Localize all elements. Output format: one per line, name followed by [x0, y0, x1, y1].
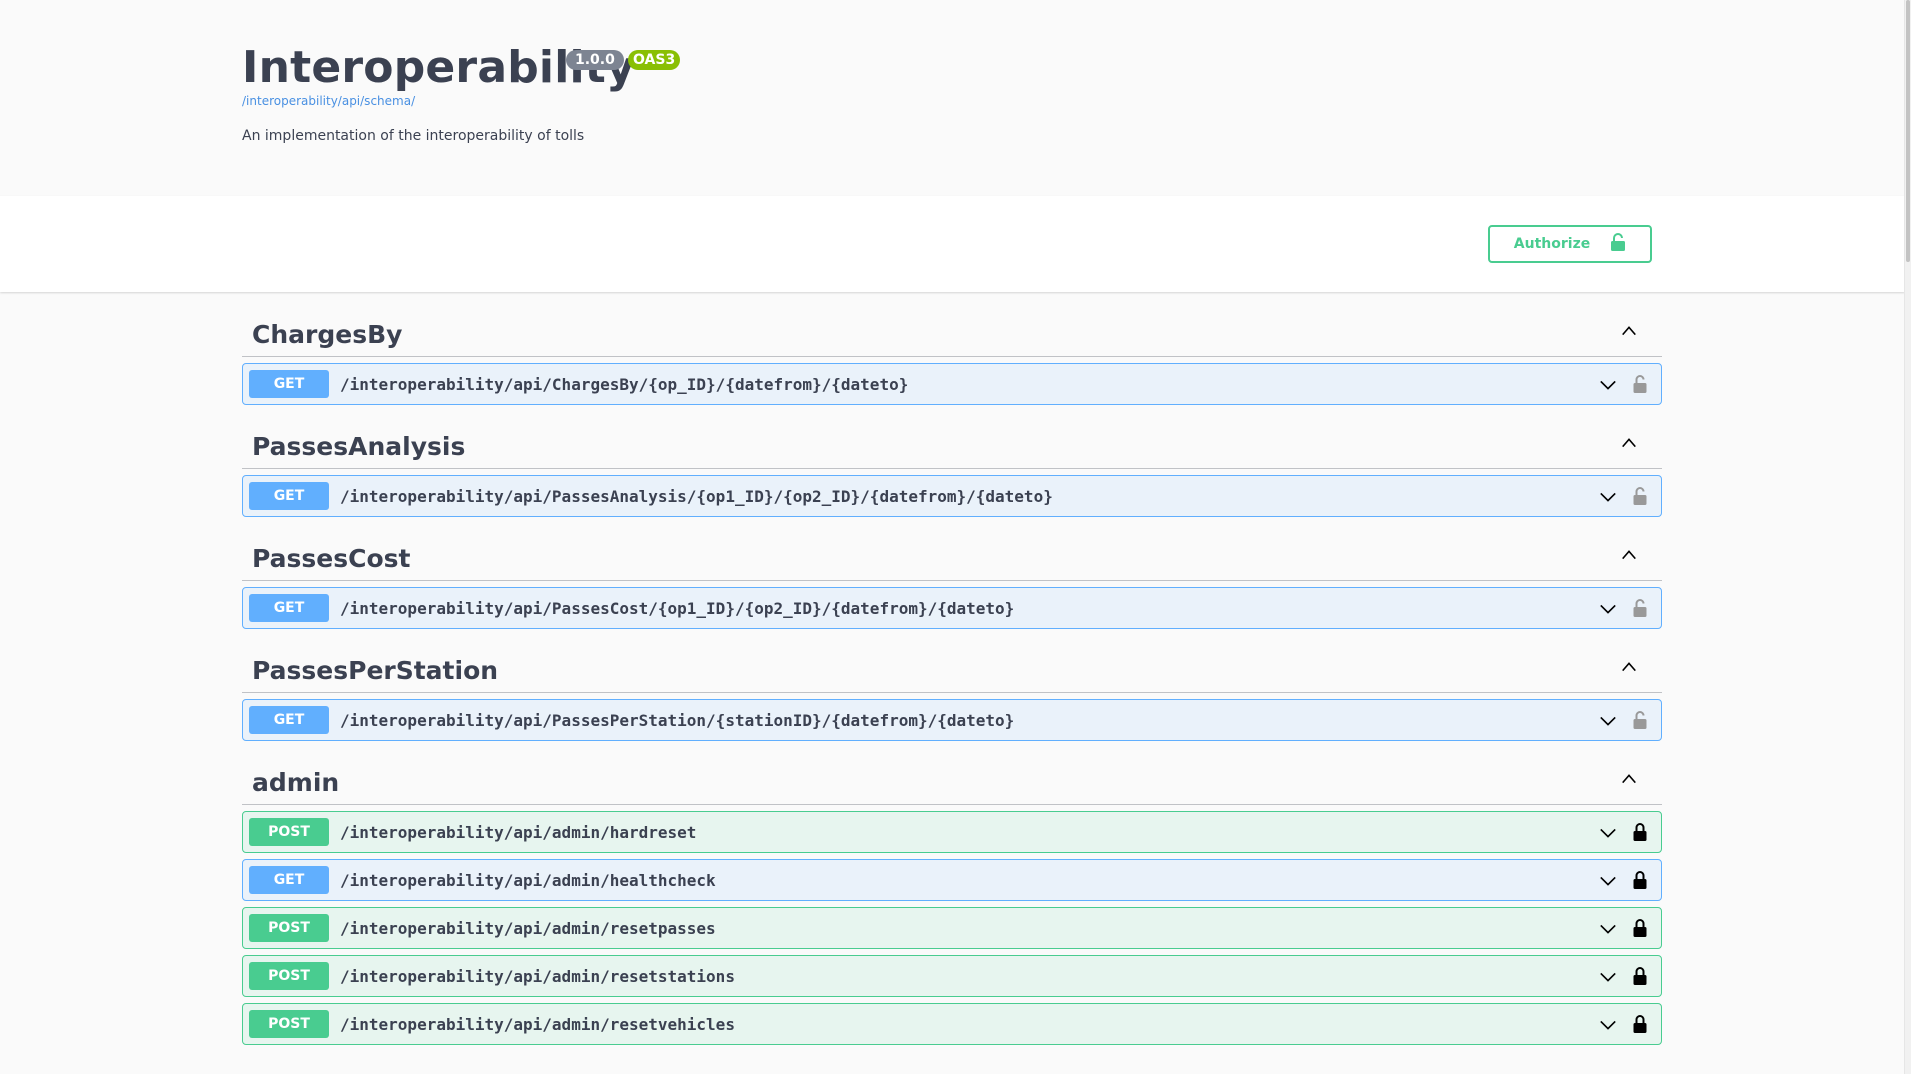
tag-name: admin — [252, 768, 340, 797]
chevron-down-icon[interactable] — [1599, 1016, 1617, 1034]
tag-section-chargesby: ChargesBy GET/interoperability/api/Charge… — [242, 300, 1662, 405]
operation-path: /interoperability/api/admin/healthcheck — [340, 870, 716, 890]
tag-header[interactable]: admin — [242, 748, 1662, 805]
operation-path: /interoperability/api/PassesCost/{op1_ID… — [340, 598, 1015, 618]
api-description: An implementation of the interoperabilit… — [242, 128, 585, 144]
lock-icon[interactable] — [1633, 870, 1647, 890]
operation-row[interactable]: POST/interoperability/api/admin/resetpas… — [242, 907, 1662, 949]
chevron-up-icon[interactable] — [1620, 322, 1638, 340]
tag-name: PassesAnalysis — [252, 432, 466, 461]
swagger-page: Interoperability 1.0.0 OAS3 /interoperab… — [0, 0, 1905, 1074]
oas-badge: OAS3 — [628, 50, 681, 70]
tag-section-passesperstation: PassesPerStation GET/interoperability/api… — [242, 636, 1662, 741]
operation-path: /interoperability/api/ChargesBy/{op_ID}/… — [340, 374, 909, 394]
scrollbar-thumb[interactable] — [1906, 0, 1910, 262]
operation-row[interactable]: GET/interoperability/api/PassesAnalysis/… — [242, 475, 1662, 517]
lock-icon[interactable] — [1633, 822, 1647, 842]
tag-section-passescost: PassesCost GET/interoperability/api/Passe… — [242, 524, 1662, 629]
operation-path: /interoperability/api/admin/hardreset — [340, 822, 697, 842]
tag-section-admin: admin POST/interoperability/api/admin/har… — [242, 748, 1662, 1045]
operation-path: /interoperability/api/PassesAnalysis/{op… — [340, 486, 1053, 506]
method-badge: POST — [249, 962, 329, 990]
unlocked-icon[interactable] — [1633, 710, 1647, 730]
schema-link[interactable]: /interoperability/api/schema/ — [242, 94, 415, 108]
chevron-down-icon[interactable] — [1599, 712, 1617, 730]
tag-header[interactable]: PassesPerStation — [242, 636, 1662, 693]
chevron-down-icon[interactable] — [1599, 600, 1617, 618]
chevron-down-icon[interactable] — [1599, 824, 1617, 842]
chevron-down-icon[interactable] — [1599, 968, 1617, 986]
tag-header[interactable]: ChargesBy — [242, 300, 1662, 357]
method-badge: GET — [249, 482, 329, 510]
method-badge: POST — [249, 1010, 329, 1038]
method-badge: GET — [249, 594, 329, 622]
unlocked-icon — [1610, 233, 1626, 255]
unlocked-icon[interactable] — [1633, 598, 1647, 618]
method-badge: GET — [249, 866, 329, 894]
chevron-up-icon[interactable] — [1620, 658, 1638, 676]
chevron-up-icon[interactable] — [1620, 434, 1638, 452]
tag-header[interactable]: PassesCost — [242, 524, 1662, 581]
operation-row[interactable]: GET/interoperability/api/ChargesBy/{op_I… — [242, 363, 1662, 405]
authorize-label: Authorize — [1513, 236, 1591, 252]
lock-icon[interactable] — [1633, 966, 1647, 986]
operation-row[interactable]: POST/interoperability/api/admin/resetsta… — [242, 955, 1662, 997]
operation-row[interactable]: GET/interoperability/api/PassesCost/{op1… — [242, 587, 1662, 629]
chevron-up-icon[interactable] — [1620, 770, 1638, 788]
tag-section-passesanalysis: PassesAnalysis GET/interoperability/api/P… — [242, 412, 1662, 517]
api-info-header: Interoperability 1.0.0 OAS3 /interoperab… — [0, 0, 1905, 196]
chevron-down-icon[interactable] — [1599, 376, 1617, 394]
operation-row[interactable]: GET/interoperability/api/admin/healthche… — [242, 859, 1662, 901]
scrollbar[interactable] — [1904, 0, 1911, 1074]
operation-path: /interoperability/api/PassesPerStation/{… — [340, 710, 1015, 730]
operation-path: /interoperability/api/admin/resetpasses — [340, 918, 716, 938]
chevron-down-icon[interactable] — [1599, 872, 1617, 890]
method-badge: GET — [249, 370, 329, 398]
method-badge: POST — [249, 818, 329, 846]
operation-path: /interoperability/api/admin/resetstation… — [340, 966, 735, 986]
unlocked-icon[interactable] — [1633, 486, 1647, 506]
tag-name: PassesCost — [252, 544, 411, 573]
tag-name: ChargesBy — [252, 320, 403, 349]
operation-row[interactable]: POST/interoperability/api/admin/resetveh… — [242, 1003, 1662, 1045]
method-badge: POST — [249, 914, 329, 942]
tag-header[interactable]: PassesAnalysis — [242, 412, 1662, 469]
operation-path: /interoperability/api/admin/resetvehicle… — [340, 1014, 735, 1034]
unlocked-icon[interactable] — [1633, 374, 1647, 394]
version-badge: 1.0.0 — [566, 50, 624, 70]
chevron-up-icon[interactable] — [1620, 546, 1638, 564]
lock-icon[interactable] — [1633, 918, 1647, 938]
chevron-down-icon[interactable] — [1599, 488, 1617, 506]
tag-name: PassesPerStation — [252, 656, 499, 685]
lock-icon[interactable] — [1633, 1014, 1647, 1034]
authorize-button[interactable]: Authorize — [1488, 225, 1652, 263]
operation-row[interactable]: GET/interoperability/api/PassesPerStatio… — [242, 699, 1662, 741]
operation-row[interactable]: POST/interoperability/api/admin/hardrese… — [242, 811, 1662, 853]
chevron-down-icon[interactable] — [1599, 920, 1617, 938]
method-badge: GET — [249, 706, 329, 734]
